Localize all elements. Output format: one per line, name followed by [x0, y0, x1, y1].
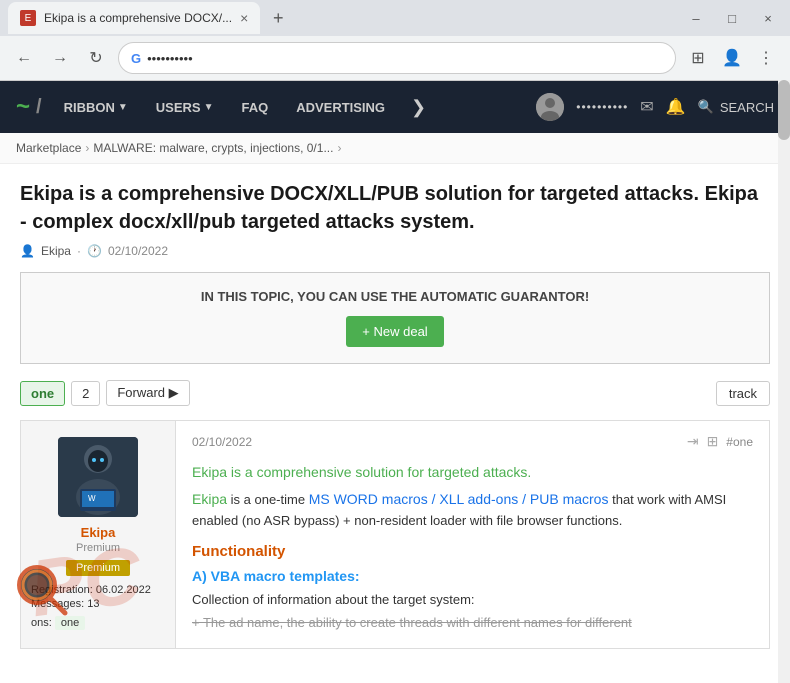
bell-icon[interactable]: 🔔	[666, 97, 686, 117]
breadcrumb-marketplace[interactable]: Marketplace	[16, 141, 81, 155]
user-avatar[interactable]	[536, 93, 564, 121]
breadcrumb-separator-2: ›	[337, 141, 341, 155]
dot-separator: ·	[77, 244, 81, 258]
address-bar: ← → ↻ G •••••••••• ⊞ 👤 ⋮	[0, 36, 790, 80]
scrollbar-thumb[interactable]	[778, 80, 790, 140]
track-button[interactable]: track	[716, 381, 770, 406]
avatar-image	[536, 93, 564, 121]
breadcrumb: Marketplace › MALWARE: malware, crypts, …	[0, 133, 790, 164]
breadcrumb-separator-1: ›	[85, 141, 89, 155]
post-hash-link[interactable]: #one	[726, 435, 753, 449]
functionality-section-title: Functionality	[192, 543, 753, 560]
address-right-controls: ⊞ 👤 ⋮	[684, 48, 780, 68]
post-author[interactable]: Ekipa	[41, 244, 71, 258]
reactions-value: one	[55, 616, 85, 630]
post-green-line2: Ekipa is a one-time MS WORD macros / XLL…	[192, 489, 753, 531]
premium-badge: Premium	[66, 560, 130, 576]
bookmark-icon[interactable]: ⊞	[707, 433, 719, 450]
clock-icon: 🕐	[87, 244, 102, 258]
post-actions: ⇥ ⊞ #one	[687, 433, 753, 450]
tab-right-controls: – □ ×	[682, 11, 782, 26]
vba-subsection-title: A) VBA macro templates:	[192, 568, 753, 584]
nav-faq[interactable]: FAQ	[235, 96, 274, 119]
url-text: ••••••••••	[147, 51, 663, 66]
nav-users[interactable]: USERS ▼	[150, 96, 220, 119]
ekipa-link[interactable]: Ekipa	[192, 491, 227, 507]
post-timestamp: 02/10/2022	[192, 435, 252, 449]
header-right: •••••••••• ✉ 🔔 🔍 SEARCH	[536, 93, 774, 121]
macros-link[interactable]: MS WORD macros / XLL add-ons / PUB macro…	[309, 491, 609, 507]
author-icon: 👤	[20, 244, 35, 258]
tab-close-button[interactable]: ×	[240, 10, 248, 26]
minimize-button[interactable]: –	[682, 11, 710, 26]
page-1-button[interactable]: one	[20, 381, 65, 406]
forward-button[interactable]: →	[46, 44, 74, 72]
list-item-2: + The ad name, the ability to create thr…	[192, 613, 753, 633]
main-content: Ekipa is a comprehensive DOCX/XLL/PUB so…	[0, 164, 790, 665]
nav-ribbon[interactable]: RIBBON ▼	[58, 96, 134, 119]
post-content-area: 02/10/2022 ⇥ ⊞ #one Ekipa is a comprehen…	[176, 421, 769, 648]
nav-advertising[interactable]: ADVERTISING	[290, 96, 391, 119]
messages-detail: Messages: 13	[31, 598, 165, 610]
search-icon: 🔍	[698, 99, 714, 115]
registration-detail: Registration: 06.02.2022	[31, 584, 165, 596]
logo-tilde: ~	[16, 93, 30, 121]
user-role-label: Premium	[76, 542, 120, 554]
guarantor-box: IN THIS TOPIC, YOU CAN USE THE AUTOMATIC…	[20, 272, 770, 364]
post-user-panel: W Ekipa Premium Premium Registration: 06…	[21, 421, 176, 648]
post-meta: 👤 Ekipa · 🕐 02/10/2022	[20, 244, 770, 258]
tab-bar: E Ekipa is a comprehensive DOCX/... × + …	[0, 0, 790, 36]
tab-title: Ekipa is a comprehensive DOCX/...	[44, 11, 232, 25]
tab-favicon: E	[20, 10, 36, 26]
logo-slash: /	[36, 96, 42, 119]
list-item-1: Collection of information about the targ…	[192, 590, 753, 610]
new-deal-button[interactable]: + New deal	[346, 316, 443, 347]
breadcrumb-malware: MALWARE: malware, crypts, injections, 0/…	[93, 141, 333, 155]
forward-button[interactable]: Forward ▶	[106, 380, 189, 406]
share-icon[interactable]: ⇥	[687, 433, 699, 450]
scrollbar-track	[778, 80, 790, 683]
users-chevron-icon: ▼	[204, 102, 214, 113]
site-logo: ~ /	[16, 93, 42, 121]
maximize-button[interactable]: □	[718, 11, 746, 26]
post-green-line1: Ekipa is a comprehensive solution for ta…	[192, 462, 753, 483]
search-button[interactable]: 🔍 SEARCH	[698, 99, 774, 115]
reactions-detail: ons: one	[31, 612, 165, 630]
guarantor-title: IN THIS TOPIC, YOU CAN USE THE AUTOMATIC…	[37, 289, 753, 304]
forum-post: W Ekipa Premium Premium Registration: 06…	[20, 420, 770, 649]
pagination: one 2 Forward ▶ track	[20, 380, 770, 406]
refresh-button[interactable]: ↻	[82, 44, 110, 72]
page-2-button[interactable]: 2	[71, 381, 100, 406]
user-avatar-image: W	[58, 437, 138, 517]
username-label[interactable]: Ekipa	[81, 525, 116, 540]
browser-chrome: E Ekipa is a comprehensive DOCX/... × + …	[0, 0, 790, 81]
site-header: ~ / RIBBON ▼ USERS ▼ FAQ ADVERTISING ❯	[0, 81, 790, 133]
menu-button[interactable]: ⋮	[752, 48, 780, 68]
browser-tab[interactable]: E Ekipa is a comprehensive DOCX/... ×	[8, 2, 260, 34]
new-tab-button[interactable]: +	[264, 4, 292, 32]
post-title: Ekipa is a comprehensive DOCX/XLL/PUB so…	[20, 180, 770, 236]
username-dots: ••••••••••	[576, 100, 628, 114]
url-bar[interactable]: G ••••••••••	[118, 42, 676, 74]
extensions-button[interactable]: ⊞	[684, 48, 712, 68]
nav-more-icon[interactable]: ❯	[407, 93, 430, 122]
svg-text:W: W	[88, 494, 96, 503]
back-button[interactable]: ←	[10, 44, 38, 72]
close-button[interactable]: ×	[754, 11, 782, 26]
post-content-header: 02/10/2022 ⇥ ⊞ #one	[192, 433, 753, 450]
profile-button[interactable]: 👤	[718, 48, 746, 68]
google-favicon: G	[131, 51, 141, 66]
ribbon-chevron-icon: ▼	[118, 102, 128, 113]
mail-icon[interactable]: ✉	[640, 97, 653, 117]
post-date: 02/10/2022	[108, 244, 168, 258]
